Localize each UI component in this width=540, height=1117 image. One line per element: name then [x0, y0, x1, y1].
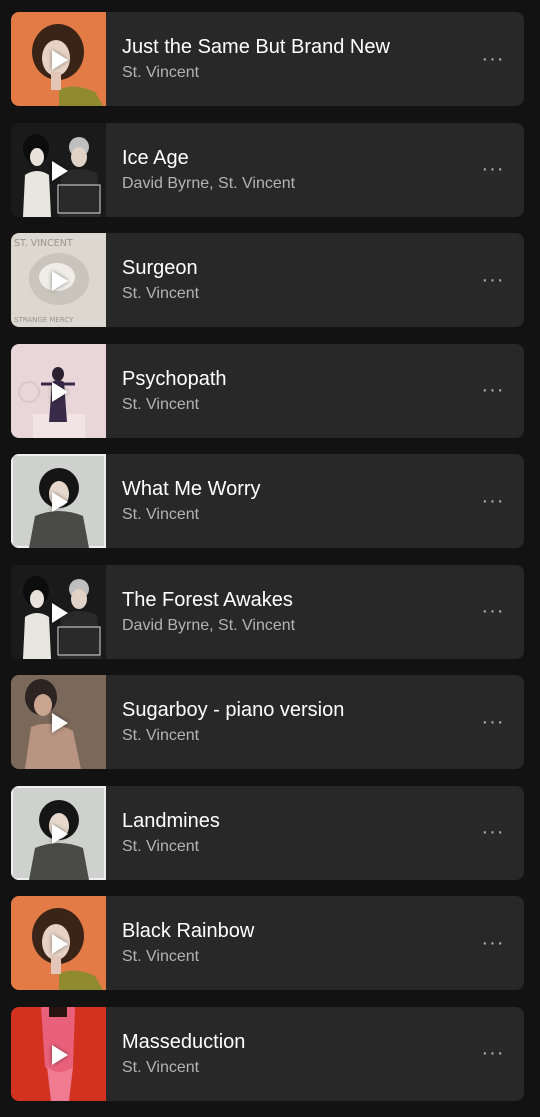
track-row[interactable]: ST. VINCENT STRANGE MERCY Surgeon St. Vi… [11, 233, 524, 327]
track-row[interactable]: Ice Age David Byrne, St. Vincent ··· [11, 122, 524, 217]
track-title: Landmines [122, 809, 220, 832]
album-art[interactable] [11, 12, 106, 106]
album-art-text: ST. VINCENT [14, 238, 73, 249]
track-artist: David Byrne, St. Vincent [122, 616, 296, 634]
album-art[interactable] [11, 122, 106, 217]
track-artist: St. Vincent [122, 64, 200, 81]
track-row[interactable]: Black Rainbow St. Vincent ··· [11, 896, 524, 990]
more-options-icon[interactable]: ··· [462, 344, 524, 438]
track-title: Ice Age [122, 146, 189, 169]
play-icon[interactable] [52, 492, 68, 512]
track-artist: St. Vincent [122, 285, 200, 302]
track-title: What Me Worry [122, 478, 261, 500]
track-row[interactable]: Landmines St. Vincent ··· [11, 785, 524, 880]
track-artist: David Byrne, St. Vincent [122, 174, 296, 192]
more-options-icon[interactable]: ··· [462, 1007, 524, 1101]
album-art[interactable]: ST. VINCENT STRANGE MERCY [11, 233, 106, 327]
play-icon[interactable] [52, 271, 68, 291]
album-art[interactable] [11, 785, 106, 880]
track-title: The Forest Awakes [122, 588, 293, 611]
track-artist: St. Vincent [122, 1058, 200, 1076]
track-title: Black Rainbow [122, 920, 255, 942]
play-icon[interactable] [52, 50, 68, 70]
play-icon[interactable] [52, 160, 68, 181]
track-row[interactable]: Sugarboy - piano version St. Vincent ··· [11, 675, 524, 769]
track-row[interactable]: Just the Same But Brand New St. Vincent … [11, 12, 524, 106]
track-artist: St. Vincent [122, 395, 200, 413]
more-options-icon[interactable]: ··· [462, 675, 524, 769]
more-options-icon[interactable]: ··· [462, 565, 524, 659]
track-artist: St. Vincent [122, 948, 200, 965]
track-list: Just the Same But Brand New St. Vincent … [11, 12, 524, 1117]
play-icon[interactable] [52, 713, 68, 733]
album-art[interactable] [11, 896, 106, 990]
album-art[interactable] [11, 564, 106, 659]
track-row[interactable]: Masseduction St. Vincent ··· [11, 1006, 524, 1101]
play-icon[interactable] [52, 934, 68, 954]
play-icon[interactable] [52, 1044, 68, 1065]
more-options-icon[interactable]: ··· [462, 786, 524, 880]
album-art[interactable] [11, 675, 106, 769]
track-title: Just the Same But Brand New [122, 36, 390, 58]
album-art[interactable] [11, 454, 106, 548]
play-icon[interactable] [52, 823, 68, 844]
track-title: Sugarboy - piano version [122, 699, 345, 721]
track-title: Psychopath [122, 367, 227, 390]
track-row[interactable]: What Me Worry St. Vincent ··· [11, 454, 524, 548]
track-title: Surgeon [122, 257, 198, 279]
album-art-text: STRANGE MERCY [14, 316, 74, 324]
album-art[interactable] [11, 1006, 106, 1101]
track-row[interactable]: Psychopath St. Vincent ··· [11, 343, 524, 438]
more-options-icon[interactable]: ··· [462, 123, 524, 217]
track-row[interactable]: The Forest Awakes David Byrne, St. Vince… [11, 564, 524, 659]
album-art[interactable] [11, 343, 106, 438]
more-options-icon[interactable]: ··· [462, 12, 524, 106]
track-artist: St. Vincent [122, 727, 200, 744]
track-artist: St. Vincent [122, 506, 200, 523]
play-icon[interactable] [52, 602, 68, 623]
more-options-icon[interactable]: ··· [462, 454, 524, 548]
track-title: Masseduction [122, 1030, 246, 1053]
more-options-icon[interactable]: ··· [462, 233, 524, 327]
more-options-icon[interactable]: ··· [462, 896, 524, 990]
play-icon[interactable] [52, 381, 68, 402]
track-artist: St. Vincent [122, 837, 200, 855]
